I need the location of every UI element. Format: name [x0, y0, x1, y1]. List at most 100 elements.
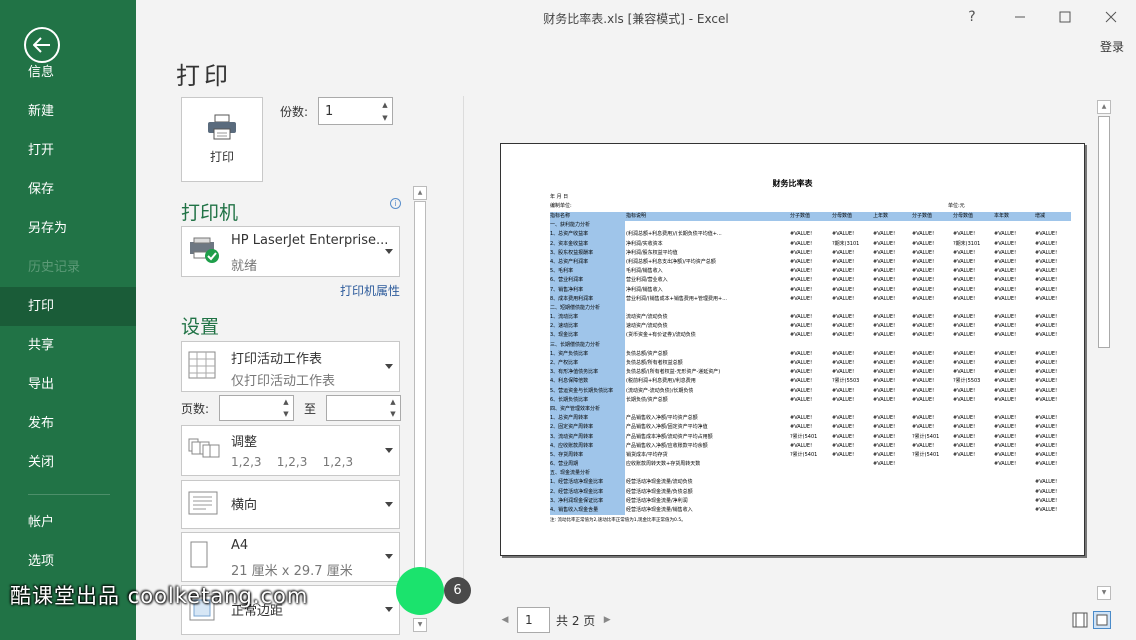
value-cell: #VALUE! [1035, 461, 1058, 468]
preview-scroll-thumb[interactable] [1098, 116, 1110, 348]
nav-item-save-as[interactable]: 另存为 [0, 209, 136, 248]
pages-to-spinner[interactable]: ▲ ▼ [386, 396, 400, 420]
value-cell: #VALUE! [873, 378, 896, 385]
print-scope-sub: 仅打印活动工作表 [231, 374, 336, 389]
login-link[interactable]: 登录 [1100, 38, 1124, 55]
indicator-desc-cell: 营业利润/(销售成本+销售费用+管理费用+... [626, 295, 727, 302]
nav-item-export[interactable]: 导出 [0, 365, 136, 404]
pages-to-input[interactable]: ▲ ▼ [326, 395, 401, 421]
value-cell: #VALUE! [790, 249, 813, 256]
pages-from-spinner[interactable]: ▲ ▼ [279, 396, 293, 420]
page-number-input[interactable]: 1 [517, 607, 550, 633]
nav-item-publish[interactable]: 发布 [0, 404, 136, 443]
spin-down-icon[interactable]: ▼ [283, 410, 288, 418]
info-icon[interactable]: i [390, 198, 401, 209]
paper-size-dropdown[interactable]: A4 21 厘米 x 29.7 厘米 [181, 532, 400, 582]
value-cell: #VALUE! [912, 369, 935, 376]
value-cell: #VALUE! [994, 231, 1017, 238]
value-cell: #VALUE! [912, 240, 935, 247]
value-cell: #VALUE! [912, 442, 935, 449]
value-cell: #VALUE! [1035, 442, 1058, 449]
chevron-down-icon [385, 447, 393, 453]
close-window-button[interactable] [1091, 6, 1131, 28]
indicator-name-cell: 2、速动比率 [550, 323, 579, 330]
printer-properties-link[interactable]: 打印机属性 [340, 282, 400, 299]
value-cell: #VALUE! [873, 314, 896, 321]
copies-input[interactable]: 1 ▲ ▼ [318, 97, 393, 125]
show-margins-button[interactable] [1071, 611, 1089, 629]
spin-up-icon[interactable]: ▲ [283, 398, 288, 406]
orientation-dropdown[interactable]: 横向 [181, 480, 400, 529]
value-cell: #VALUE! [790, 268, 813, 275]
table-header-cell: 上年数 [873, 213, 889, 219]
value-cell: #VALUE! [953, 369, 976, 376]
zoom-to-page-button[interactable] [1093, 611, 1111, 629]
spin-up-icon[interactable]: ▲ [382, 101, 387, 109]
scroll-up-icon[interactable]: ▲ [1097, 100, 1111, 114]
minimize-button[interactable] [1000, 6, 1040, 28]
indicator-desc-cell: 负债总额/(所有者权益-无形资产-递延资产) [626, 369, 721, 376]
value-cell: ?期末(3101 [832, 240, 860, 247]
maximize-icon [1059, 11, 1071, 23]
collate-dropdown[interactable]: 调整 1,2,3 1,2,3 1,2,3 [181, 425, 400, 476]
copies-spinner[interactable]: ▲ ▼ [378, 98, 392, 124]
scroll-down-icon[interactable]: ▼ [1097, 586, 1111, 600]
value-cell: #VALUE! [873, 277, 896, 284]
pages-from-input[interactable]: ▲ ▼ [219, 395, 294, 421]
preview-scrollbar[interactable]: ▲ ▼ [1096, 100, 1112, 600]
printer-dropdown[interactable]: HP LaserJet Enterprise... 就绪 [181, 226, 400, 277]
value-cell: #VALUE! [873, 231, 896, 238]
value-cell: #VALUE! [912, 387, 935, 394]
indicator-desc-cell: 产品销售成本净额/流动资产平均占用额 [626, 433, 713, 440]
maximize-button[interactable] [1045, 6, 1085, 28]
table-header-row: 指标名称 指标说明 分子数值 分母数值 上年数 分子数值 分母数值 本年数 增减 [550, 212, 1071, 222]
nav-item-open[interactable]: 打开 [0, 131, 136, 170]
value-cell: #VALUE! [790, 378, 813, 385]
table-row: 1、流动比率 流动资产/流动负债 #VALUE! #VALUE! #VALUE! #VAL… [550, 313, 1071, 323]
value-cell: #VALUE! [790, 415, 813, 422]
nav-item-info[interactable]: 信息 [0, 53, 136, 92]
page-number-value: 1 [525, 613, 533, 627]
value-cell: #VALUE! [790, 442, 813, 449]
settings-scroll-thumb[interactable] [414, 201, 426, 574]
prev-page-icon[interactable]: ◀ [497, 615, 513, 625]
chevron-down-icon [385, 248, 393, 254]
nav-item-print[interactable]: 打印 [0, 287, 136, 326]
scroll-up-icon[interactable]: ▲ [413, 186, 427, 200]
value-cell: #VALUE! [832, 442, 855, 449]
print-button[interactable]: 打印 [181, 97, 263, 182]
value-cell: #VALUE! [1035, 295, 1058, 302]
collate-main: 调整 [231, 435, 258, 450]
spin-down-icon[interactable]: ▼ [390, 410, 395, 418]
value-cell: #VALUE! [832, 360, 855, 366]
value-cell: #VALUE! [953, 415, 976, 422]
printer-name: HP LaserJet Enterprise... [231, 233, 389, 248]
indicator-desc-cell: (流动资产-流动负债)/长期负债 [626, 387, 694, 394]
nav-item-close[interactable]: 关闭 [0, 443, 136, 482]
indicator-name-cell: 7、销售净利率 [550, 286, 584, 293]
minimize-icon [1015, 16, 1025, 18]
nav-item-save[interactable]: 保存 [0, 170, 136, 209]
value-cell: #VALUE! [832, 369, 855, 376]
scroll-down-icon[interactable]: ▼ [413, 618, 427, 632]
chevron-down-icon [385, 554, 393, 559]
table-row: 1、总资产周转率 产品销售收入净额/平均资产总额 #VALUE! #VALUE! #VA… [550, 414, 1071, 424]
next-page-icon[interactable]: ▶ [599, 615, 615, 625]
value-cell: #VALUE! [994, 378, 1017, 385]
pages-label: 页数: [181, 402, 210, 416]
spin-down-icon[interactable]: ▼ [382, 114, 387, 122]
value-cell: #VALUE! [1035, 433, 1058, 440]
table-row: 1、经营活动净现金比率 经营活动净现金流量/流动负债 #VALUE! [550, 478, 1071, 488]
spin-up-icon[interactable]: ▲ [390, 398, 395, 406]
chevron-down-icon [385, 607, 393, 612]
nav-item-share[interactable]: 共享 [0, 326, 136, 365]
nav-item-options[interactable]: 选项 [0, 542, 136, 581]
page-title: 打印 [176, 62, 232, 90]
nav-item-account[interactable]: 帐户 [0, 503, 136, 542]
indicator-name-cell: 2、经营活动净现金比率 [550, 488, 604, 495]
help-button[interactable]: ? [952, 6, 992, 28]
print-scope-dropdown[interactable]: 打印活动工作表 仅打印活动工作表 [181, 341, 400, 392]
indicator-name-cell: 四、资产管理效率分析 [550, 405, 601, 412]
table-row: 3、有形净值债务比率 负债总额/(所有者权益-无形资产-递延资产) #VALUE! #… [550, 368, 1071, 378]
nav-item-new[interactable]: 新建 [0, 92, 136, 131]
